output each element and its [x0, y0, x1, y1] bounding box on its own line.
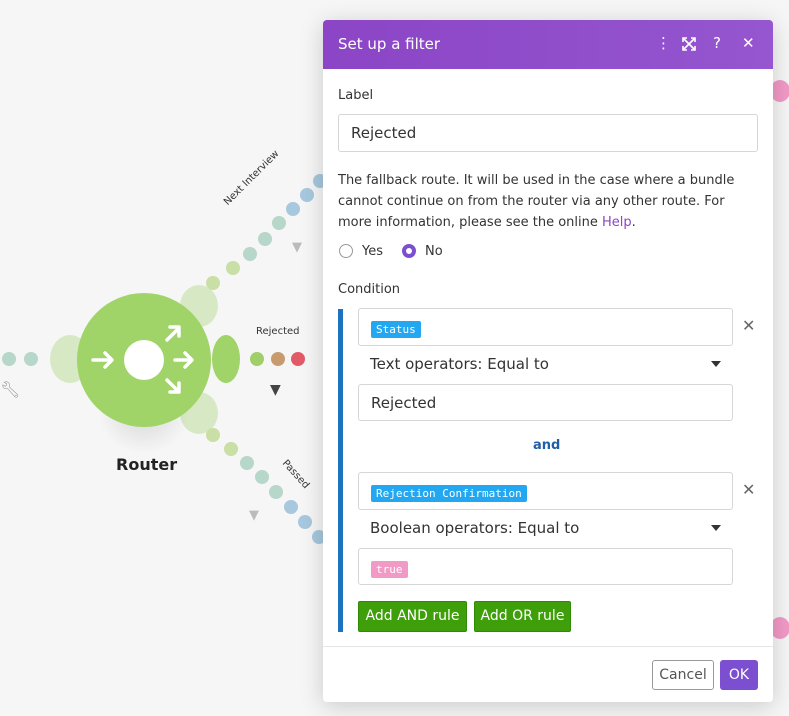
connector-dot: [240, 456, 254, 470]
connector-dot: [255, 470, 269, 484]
status-tag: Status: [371, 321, 421, 338]
condition-group-bar: [338, 309, 343, 632]
rule1-field-input[interactable]: Status: [358, 308, 733, 346]
filter-icon[interactable]: ▼: [292, 240, 302, 255]
close-icon[interactable]: ✕: [742, 34, 755, 52]
connector-dot: [298, 515, 312, 529]
label-input[interactable]: [338, 114, 758, 152]
add-or-rule-button[interactable]: Add OR rule: [474, 601, 571, 632]
connector-dot: [24, 352, 38, 366]
rule2-field-input[interactable]: Rejection Confirmation: [358, 472, 733, 510]
rule2-operator-select[interactable]: Boolean operators: Equal to: [370, 519, 579, 537]
connector-dot: [291, 352, 305, 366]
and-connector: and: [533, 438, 561, 453]
route-label-rejected: Rejected: [256, 326, 300, 337]
connector-dot: [271, 352, 285, 366]
router-lobe: [212, 335, 240, 383]
rule1-value-input[interactable]: [358, 384, 733, 421]
connector-dot: [258, 232, 272, 246]
rule2-value-input[interactable]: true: [358, 548, 733, 585]
rejection-confirmation-tag: Rejection Confirmation: [371, 485, 527, 502]
connector-dot: [206, 276, 220, 290]
fallback-period: .: [631, 215, 636, 230]
more-options-icon[interactable]: ⋮: [656, 34, 671, 52]
dialog-footer: Cancel OK: [323, 646, 773, 702]
route-label-passed: Passed: [279, 458, 312, 492]
cancel-button[interactable]: Cancel: [652, 660, 714, 690]
connector-dot: [206, 428, 220, 442]
help-link[interactable]: Help: [602, 215, 632, 230]
connector-dot: [226, 261, 240, 275]
fallback-no-radio[interactable]: [402, 244, 416, 258]
connector-dot: [2, 352, 16, 366]
condition-heading: Condition: [338, 282, 401, 297]
connector-dot: [300, 188, 314, 202]
expand-icon[interactable]: [682, 37, 696, 51]
rule2-remove-icon[interactable]: ✕: [742, 480, 755, 499]
connector-dot: [284, 500, 298, 514]
filter-dialog: Set up a filter ⋮ ? ✕ Label The fallback…: [323, 20, 773, 702]
connector-dot: [250, 352, 264, 366]
rule1-operator-select[interactable]: Text operators: Equal to: [370, 355, 549, 373]
help-icon[interactable]: ?: [713, 34, 721, 52]
connector-dot: [286, 202, 300, 216]
rule1-remove-icon[interactable]: ✕: [742, 316, 755, 335]
connector-dot: [243, 247, 257, 261]
chevron-down-icon[interactable]: [711, 525, 721, 531]
label-heading: Label: [338, 88, 374, 103]
filter-icon[interactable]: ▼: [249, 508, 259, 523]
router-arrows-icon: [91, 325, 194, 394]
fallback-no-label: No: [425, 244, 443, 259]
true-tag: true: [371, 561, 408, 578]
filter-icon[interactable]: ▼: [270, 382, 281, 398]
fallback-yes-label: Yes: [362, 244, 383, 259]
route-label-next-interview: Next Interview: [222, 148, 282, 208]
fallback-description: The fallback route. It will be used in t…: [338, 170, 760, 233]
ok-button[interactable]: OK: [720, 660, 758, 690]
router-label: Router: [116, 455, 178, 474]
add-and-rule-button[interactable]: Add AND rule: [358, 601, 467, 632]
wrench-icon[interactable]: 🔧︎: [0, 380, 20, 399]
dialog-header: Set up a filter ⋮ ? ✕: [323, 20, 773, 69]
connector-dot: [272, 216, 286, 230]
connector-dot: [269, 485, 283, 499]
chevron-down-icon[interactable]: [711, 361, 721, 367]
fallback-text: The fallback route. It will be used in t…: [338, 173, 735, 230]
fallback-yes-radio[interactable]: [339, 244, 353, 258]
dialog-title: Set up a filter: [338, 35, 441, 53]
connector-dot: [224, 442, 238, 456]
